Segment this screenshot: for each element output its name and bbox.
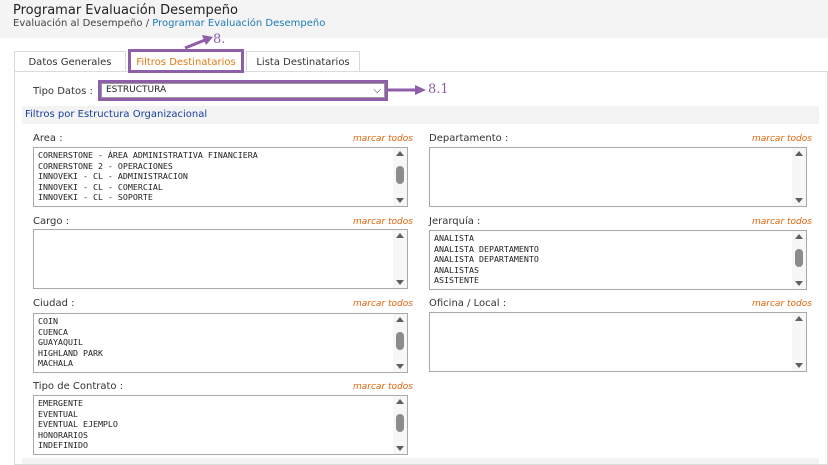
- breadcrumb-separator: /: [145, 18, 150, 29]
- list-item[interactable]: EVENTUAL: [38, 409, 118, 420]
- departamento-scrollbar[interactable]: [792, 148, 806, 206]
- oficina-marcar-todos-link[interactable]: marcar todos: [752, 299, 812, 309]
- ciudad-listbox[interactable]: COIN CUENCA GUAYAQUIL HIGHLAND PARK MACHALA: [33, 313, 408, 373]
- area-listbox[interactable]: CORNERSTONE - ÁREA ADMINISTRATIVA FINANC…: [33, 147, 408, 207]
- tab-datos-generales[interactable]: Datos Generales: [14, 51, 126, 72]
- scroll-up-icon[interactable]: [795, 151, 803, 156]
- tipo-contrato-listbox[interactable]: EMERGENTE EVENTUAL EVENTUAL EJEMPLO HONORAR…: [33, 395, 408, 455]
- jerarquia-items[interactable]: ANALISTA ANALISTA DEPARTAMENTO ANALISTA DE…: [434, 233, 539, 286]
- breadcrumb-current[interactable]: Programar Evaluación Desempeño: [152, 18, 325, 29]
- list-item[interactable]: EMERGENTE: [38, 398, 118, 409]
- scroll-up-icon[interactable]: [396, 399, 404, 404]
- tipo-contrato-scrollbar[interactable]: [393, 396, 407, 454]
- list-item[interactable]: INDEFINIDO: [38, 440, 118, 451]
- departamento-listbox[interactable]: [429, 147, 807, 207]
- ciudad-scrollbar[interactable]: [393, 314, 407, 372]
- departamento-marcar-todos-link[interactable]: marcar todos: [752, 134, 812, 144]
- cargo-scrollbar[interactable]: [393, 230, 407, 288]
- tipo-contrato-label: Tipo de Contrato :: [33, 381, 124, 392]
- list-item[interactable]: ASISTENTE: [434, 275, 539, 286]
- list-item[interactable]: HONORARIOS: [38, 430, 118, 441]
- tab-highlight-box: [128, 49, 244, 73]
- scroll-down-icon[interactable]: [396, 280, 404, 285]
- list-item[interactable]: CUENCA: [38, 327, 103, 338]
- list-item[interactable]: ANALISTAS: [434, 265, 539, 276]
- scroll-thumb[interactable]: [396, 332, 404, 350]
- list-item[interactable]: EVENTUAL EJEMPLO: [38, 419, 118, 430]
- list-item[interactable]: CORNERSTONE 2 - OPERACIONES: [38, 161, 258, 172]
- list-item[interactable]: GUAYAQUIL: [38, 337, 103, 348]
- area-scrollbar[interactable]: [393, 148, 407, 206]
- tipo-datos-label: Tipo Datos :: [33, 86, 93, 97]
- list-item[interactable]: ANALISTA DEPARTAMENTO: [434, 244, 539, 255]
- list-item[interactable]: INNOVEKI - CL - COMERCIAL: [38, 182, 258, 193]
- scroll-down-icon[interactable]: [396, 446, 404, 451]
- list-item[interactable]: HIGHLAND PARK: [38, 348, 103, 359]
- scroll-thumb[interactable]: [396, 166, 404, 184]
- scroll-up-icon[interactable]: [396, 233, 404, 238]
- ciudad-marcar-todos-link[interactable]: marcar todos: [353, 299, 413, 309]
- list-item[interactable]: CORNERSTONE - ÁREA ADMINISTRATIVA FINANC…: [38, 150, 258, 161]
- select-annotation-label: 8.1: [428, 82, 449, 97]
- departamento-label: Departamento :: [429, 133, 509, 144]
- area-marcar-todos-link[interactable]: marcar todos: [353, 134, 413, 144]
- select-highlight-box: [98, 80, 388, 101]
- scroll-up-icon[interactable]: [396, 151, 404, 156]
- section-title: Filtros por Estructura Organizacional: [25, 109, 208, 120]
- scroll-up-icon[interactable]: [795, 316, 803, 321]
- jerarquia-listbox[interactable]: ANALISTA ANALISTA DEPARTAMENTO ANALISTA DE…: [429, 230, 807, 290]
- list-item[interactable]: ANALISTA DEPARTAMENTO: [434, 254, 539, 265]
- list-item[interactable]: INNOVEKI - CL - ADMINISTRACION: [38, 171, 258, 182]
- area-label: Area :: [33, 133, 63, 144]
- tipo-contrato-items[interactable]: EMERGENTE EVENTUAL EVENTUAL EJEMPLO HONORAR…: [38, 398, 118, 451]
- ciudad-label: Ciudad :: [33, 298, 75, 309]
- area-items[interactable]: CORNERSTONE - ÁREA ADMINISTRATIVA FINANC…: [38, 150, 258, 203]
- scroll-down-icon[interactable]: [795, 363, 803, 368]
- cargo-listbox[interactable]: [33, 229, 408, 289]
- scroll-up-icon[interactable]: [795, 234, 803, 239]
- jerarquia-scrollbar[interactable]: [792, 231, 806, 289]
- tipo-contrato-marcar-todos-link[interactable]: marcar todos: [353, 382, 413, 392]
- breadcrumb-root[interactable]: Evaluación al Desempeño: [13, 18, 143, 29]
- panel-footer: [22, 458, 819, 464]
- scroll-down-icon[interactable]: [396, 198, 404, 203]
- scroll-up-icon[interactable]: [396, 317, 404, 322]
- list-item[interactable]: MACHALA: [38, 358, 103, 369]
- scroll-thumb[interactable]: [396, 414, 404, 432]
- scroll-down-icon[interactable]: [396, 364, 404, 369]
- tab-lista-destinatarios[interactable]: Lista Destinatarios: [246, 51, 360, 72]
- scroll-down-icon[interactable]: [795, 281, 803, 286]
- list-item[interactable]: ANALISTA: [434, 233, 539, 244]
- page-title: Programar Evaluación Desempeño: [13, 3, 238, 18]
- list-item[interactable]: INNOVEKI - CL - SOPORTE: [38, 192, 258, 203]
- cargo-marcar-todos-link[interactable]: marcar todos: [353, 217, 413, 227]
- oficina-label: Oficina / Local :: [429, 298, 507, 309]
- list-item[interactable]: COIN: [38, 316, 103, 327]
- jerarquia-label: Jerarquía :: [429, 216, 481, 227]
- jerarquia-marcar-todos-link[interactable]: marcar todos: [752, 217, 812, 227]
- scroll-thumb[interactable]: [795, 249, 803, 267]
- oficina-listbox[interactable]: [429, 312, 807, 372]
- tab-annotation-label: 8.: [213, 32, 226, 47]
- page-header: Programar Evaluación Desempeño Evaluació…: [0, 0, 828, 38]
- breadcrumb: Evaluación al Desempeño / Programar Eval…: [13, 18, 325, 29]
- ciudad-items[interactable]: COIN CUENCA GUAYAQUIL HIGHLAND PARK MACHALA: [38, 316, 103, 369]
- section-header: Filtros por Estructura Organizacional: [22, 106, 819, 124]
- scroll-down-icon[interactable]: [795, 198, 803, 203]
- cargo-label: Cargo :: [33, 216, 70, 227]
- oficina-scrollbar[interactable]: [792, 313, 806, 371]
